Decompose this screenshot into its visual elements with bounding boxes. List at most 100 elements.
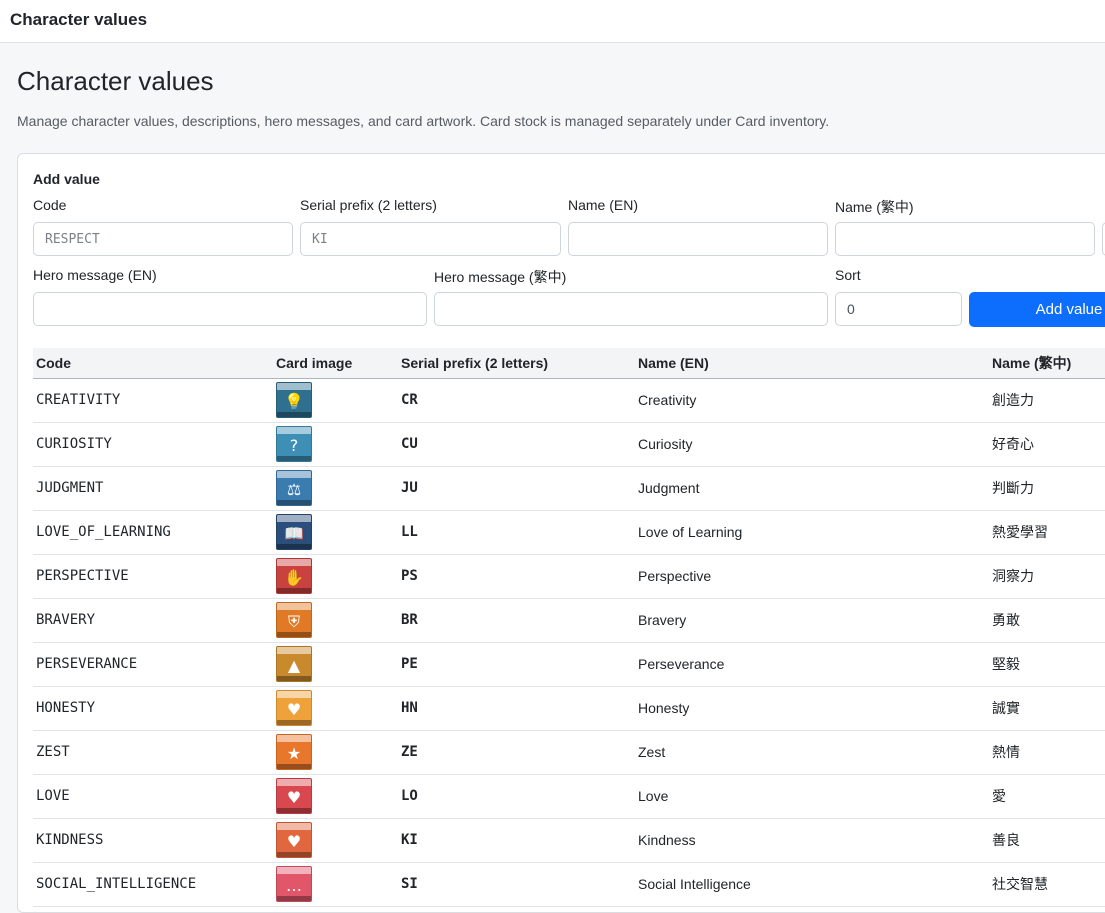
name-zh: 洞察力 xyxy=(989,554,1105,599)
column-header-name-en: Name (EN) xyxy=(635,348,989,379)
card-image-footer xyxy=(277,764,311,769)
book-icon: 📖 xyxy=(284,524,304,543)
card-image[interactable]: ★ xyxy=(276,734,312,770)
name-en: Judgment xyxy=(635,466,989,511)
card-image-footer xyxy=(277,896,311,901)
serial-prefix: PE xyxy=(398,642,635,687)
top-navbar: Character values xyxy=(0,0,1105,43)
card-image-cell: ★ xyxy=(273,730,398,775)
name-en: Curiosity xyxy=(635,422,989,467)
name-zh: 愛 xyxy=(989,774,1105,819)
serial-prefix: SI xyxy=(398,862,635,907)
sort-label: Sort xyxy=(835,267,861,283)
column-header-code: Code xyxy=(33,348,273,379)
value-code: SOCIAL_INTELLIGENCE xyxy=(33,862,273,907)
table-row[interactable]: LOVE_OF_LEARNING 📖 LL Love of Learning 熱愛學習 xyxy=(33,510,1105,555)
card-image-footer xyxy=(277,676,311,681)
name-zh: 判斷力 xyxy=(989,466,1105,511)
table-row[interactable]: BRAVERY ⛨ BR Bravery 勇敢 xyxy=(33,598,1105,643)
table-row[interactable]: CREATIVITY 💡 CR Creativity 創造力 xyxy=(33,378,1105,423)
card-image-footer xyxy=(277,456,311,461)
values-table: Code Card image Serial prefix (2 letters… xyxy=(33,348,1105,907)
card-image[interactable]: ? xyxy=(276,426,312,462)
card-image[interactable]: 📖 xyxy=(276,514,312,550)
serial-prefix-label: Serial prefix (2 letters) xyxy=(300,197,437,213)
card-image-cell: ♥ xyxy=(273,774,398,819)
name-zh: 堅毅 xyxy=(989,642,1105,687)
value-code: LOVE_OF_LEARNING xyxy=(33,510,273,555)
code-label: Code xyxy=(33,197,67,213)
table-row[interactable]: HONESTY ♥ HN Honesty 誠實 xyxy=(33,686,1105,731)
name-en-label: Name (EN) xyxy=(568,197,639,213)
name-en: Love xyxy=(635,774,989,819)
app-brand[interactable]: Character values xyxy=(10,10,147,30)
value-code: BRAVERY xyxy=(33,598,273,643)
handshake-icon: ✋ xyxy=(284,568,304,587)
card-image-banner xyxy=(277,735,311,742)
name-zh: 熱愛學習 xyxy=(989,510,1105,555)
name-zh-input[interactable] xyxy=(835,222,1095,256)
card-image[interactable]: 💡 xyxy=(276,382,312,418)
name-zh: 善良 xyxy=(989,818,1105,863)
card-image[interactable]: ♥ xyxy=(276,822,312,858)
card-image[interactable]: ♥ xyxy=(276,778,312,814)
serial-prefix: JU xyxy=(398,466,635,511)
value-code: JUDGMENT xyxy=(33,466,273,511)
name-en: Perseverance xyxy=(635,642,989,687)
serial-prefix: KI xyxy=(398,818,635,863)
value-code: KINDNESS xyxy=(33,818,273,863)
column-header-card-image: Card image xyxy=(273,348,398,379)
card-image[interactable]: ▲ xyxy=(276,646,312,682)
card-image-footer xyxy=(277,544,311,549)
card-image-footer xyxy=(277,720,311,725)
card-image[interactable]: ✋ xyxy=(276,558,312,594)
card-image-cell: ♥ xyxy=(273,818,398,863)
card-image[interactable]: ⚖ xyxy=(276,470,312,506)
table-row[interactable]: LOVE ♥ LO Love 愛 xyxy=(33,774,1105,819)
card-image-footer xyxy=(277,808,311,813)
table-row[interactable]: SOCIAL_INTELLIGENCE … SI Social Intelligenc… xyxy=(33,862,1105,907)
card-image[interactable]: ⛨ xyxy=(276,602,312,638)
name-en: Love of Learning xyxy=(635,510,989,555)
shield-icon: ⛨ xyxy=(287,612,300,631)
card-image-cell: ♥ xyxy=(273,686,398,731)
hero-message-zh-input[interactable] xyxy=(434,292,828,326)
name-zh: 勇敢 xyxy=(989,598,1105,643)
value-code: CREATIVITY xyxy=(33,378,273,423)
hero-message-en-label: Hero message (EN) xyxy=(33,267,157,283)
serial-prefix: PS xyxy=(398,554,635,599)
card-image-cell: ⚖ xyxy=(273,466,398,511)
lightbulb-icon: 💡 xyxy=(284,392,304,411)
hero-message-en-input[interactable] xyxy=(33,292,427,326)
code-input[interactable] xyxy=(33,222,293,256)
column-header-serial-prefix: Serial prefix (2 letters) xyxy=(398,348,635,379)
card-image-banner xyxy=(277,779,311,786)
serial-prefix: LO xyxy=(398,774,635,819)
card-image-footer xyxy=(277,632,311,637)
sort-input[interactable] xyxy=(835,292,962,326)
name-en-input[interactable] xyxy=(568,222,828,256)
table-row[interactable]: PERSPECTIVE ✋ PS Perspective 洞察力 xyxy=(33,554,1105,599)
value-code: ZEST xyxy=(33,730,273,775)
card-image[interactable]: … xyxy=(276,866,312,902)
serial-prefix-input[interactable] xyxy=(300,222,561,256)
page-subtitle: Manage character values, descriptions, h… xyxy=(17,113,830,129)
table-row[interactable]: ZEST ★ ZE Zest 熱情 xyxy=(33,730,1105,775)
add-value-heading: Add value xyxy=(33,171,100,187)
card-image-footer xyxy=(277,852,311,857)
heart-hand-icon: ♥ xyxy=(286,832,302,851)
value-code: PERSEVERANCE xyxy=(33,642,273,687)
card-image-banner xyxy=(277,383,311,390)
card-image-cell: ▲ xyxy=(273,642,398,687)
value-code: CURIOSITY xyxy=(33,422,273,467)
name-en: Kindness xyxy=(635,818,989,863)
card-image-banner xyxy=(277,691,311,698)
table-row[interactable]: CURIOSITY? CU Curiosity 好奇心 xyxy=(33,422,1105,467)
table-row[interactable]: PERSEVERANCE ▲ PE Perseverance 堅毅 xyxy=(33,642,1105,687)
serial-prefix: CR xyxy=(398,378,635,423)
card-image[interactable]: ♥ xyxy=(276,690,312,726)
table-row[interactable]: JUDGMENT ⚖ JU Judgment 判斷力 xyxy=(33,466,1105,511)
card-image-cell: ? xyxy=(273,422,398,467)
add-value-button[interactable]: Add value xyxy=(969,292,1105,327)
table-row[interactable]: KINDNESS ♥ KI Kindness 善良 xyxy=(33,818,1105,863)
